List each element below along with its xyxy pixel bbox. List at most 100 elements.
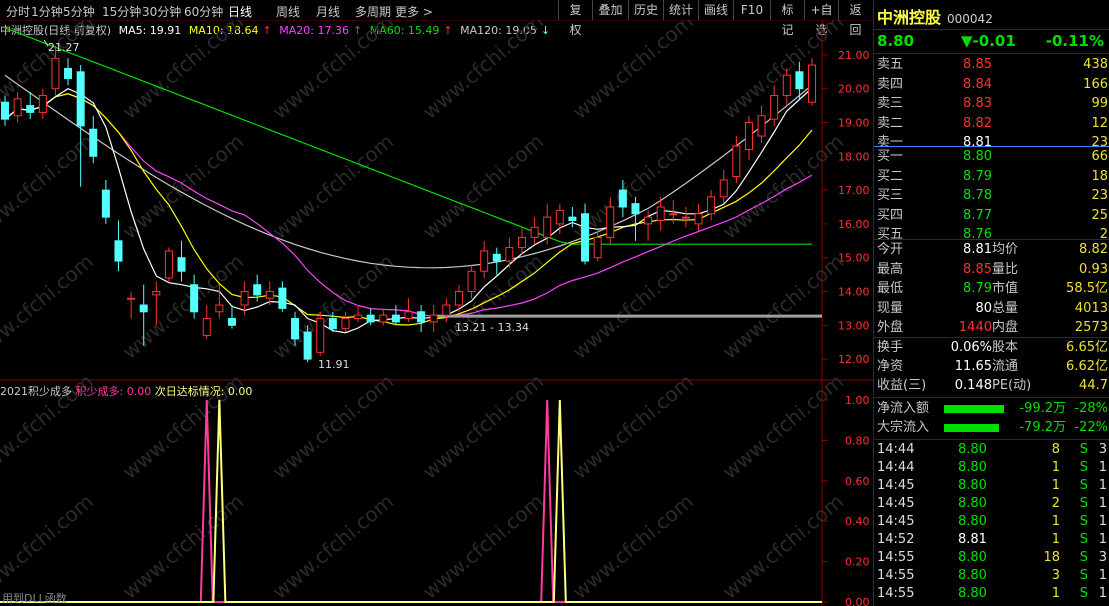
watermark-text: www.cfchi.com bbox=[718, 489, 848, 604]
candle-body bbox=[89, 128, 98, 157]
watermark-text: www.cfchi.com bbox=[268, 129, 398, 244]
period-7[interactable]: 周线 bbox=[276, 3, 300, 20]
tick-row: 14:45 8.80 2 S 1 bbox=[877, 496, 1107, 511]
toolbar-btn-2[interactable]: 历史 bbox=[628, 0, 663, 20]
watermark-text: www.cfchi.com bbox=[568, 249, 698, 364]
watermark-text: www.cfchi.com bbox=[418, 20, 548, 124]
toolbar-btn-5[interactable]: F10 bbox=[733, 0, 770, 20]
candle-body bbox=[606, 206, 615, 238]
candle-body bbox=[492, 253, 501, 262]
period-9[interactable]: 多周期 bbox=[355, 3, 391, 20]
watermark-text: www.cfchi.com bbox=[0, 129, 98, 244]
candle-body bbox=[164, 250, 173, 279]
candle-body bbox=[707, 196, 716, 215]
period-0[interactable]: 分时 bbox=[6, 3, 30, 20]
toolbar-btn-8[interactable]: 返回 bbox=[838, 0, 872, 37]
candle-body bbox=[618, 189, 627, 208]
candle-body bbox=[291, 318, 300, 340]
candle-body bbox=[442, 304, 451, 316]
price-tick-label: 14.00 bbox=[838, 286, 870, 299]
candle-body bbox=[114, 240, 123, 262]
tick-row: 14:52 8.81 1 S 1 bbox=[877, 532, 1107, 547]
kline-chart[interactable]: 21.0020.0019.0018.0017.0016.0015.0014.00… bbox=[0, 20, 873, 606]
candle-body bbox=[253, 284, 262, 296]
candle-body bbox=[593, 236, 602, 259]
tick-row: 14:55 8.80 3 S 1 bbox=[877, 568, 1107, 583]
divider bbox=[874, 53, 1109, 54]
candle-body bbox=[467, 270, 476, 293]
bid-row: 买二 8.79 18 bbox=[877, 168, 1108, 184]
price-tick-label: 17.00 bbox=[838, 184, 870, 197]
divider bbox=[874, 397, 1109, 398]
ind-tick-label: 0.80 bbox=[845, 434, 870, 447]
indicator-series1: 积少成多: 0.00 bbox=[75, 385, 152, 398]
toolbar-btn-7[interactable]: +自选 bbox=[804, 0, 838, 37]
period-1[interactable]: 1分钟 bbox=[31, 3, 63, 20]
period-6[interactable]: 日线 bbox=[228, 3, 252, 20]
price-tick-label: 18.00 bbox=[838, 150, 870, 163]
indicator-series1-line bbox=[0, 399, 822, 603]
stat-row: 今开 8.81 均价 8.82 bbox=[877, 242, 1108, 257]
watermark-text: www.cfchi.com bbox=[118, 20, 248, 124]
candle-body bbox=[744, 122, 753, 151]
ma20-line bbox=[4, 93, 813, 318]
period-4[interactable]: 30分钟 bbox=[142, 3, 181, 20]
bid-row: 买三 8.78 23 bbox=[877, 188, 1108, 203]
ask-row: 卖四 8.84 166 bbox=[877, 76, 1108, 92]
toolbar-btn-1[interactable]: 叠加 bbox=[592, 0, 628, 20]
low-label: 11.91 bbox=[318, 358, 350, 371]
period-8[interactable]: 月线 bbox=[316, 3, 340, 20]
candle-body bbox=[76, 71, 85, 127]
divider bbox=[874, 29, 1109, 30]
stock-name: 中洲控股 000042 bbox=[877, 8, 993, 27]
quote-panel: 中洲控股 000042 8.80 ▼-0.01 -0.11% 卖五 8.85 438 卖四 8.8… bbox=[873, 0, 1109, 606]
ask-row: 卖五 8.85 438 bbox=[877, 57, 1108, 72]
candle-body bbox=[1, 101, 9, 120]
flow-row: 大宗流入 -79.2万 -22% bbox=[877, 420, 1108, 435]
period-5[interactable]: 60分钟 bbox=[184, 3, 223, 20]
price-tick-label: 21.00 bbox=[838, 49, 870, 62]
high-label: 21.27 bbox=[48, 41, 80, 54]
watermark-text: www.cfchi.com bbox=[418, 369, 548, 484]
candle-body bbox=[505, 247, 514, 262]
candle-body bbox=[303, 331, 312, 360]
toolbar-btn-4[interactable]: 画线 bbox=[698, 0, 733, 20]
candle-body bbox=[202, 318, 211, 336]
candle-body bbox=[417, 311, 426, 323]
candle-body bbox=[101, 189, 110, 218]
candle-body bbox=[480, 250, 489, 272]
ind-tick-label: 0.20 bbox=[845, 556, 870, 569]
candle-body bbox=[190, 284, 199, 313]
period-3[interactable]: 15分钟 bbox=[102, 3, 141, 20]
toolbar-btn-3[interactable]: 统计 bbox=[663, 0, 698, 20]
candle-body bbox=[64, 67, 73, 80]
flow-bar bbox=[944, 405, 1004, 413]
candle-body bbox=[26, 105, 35, 113]
period-10[interactable]: 更多 > bbox=[395, 3, 433, 20]
candle-body bbox=[316, 318, 325, 353]
candle-body bbox=[391, 314, 400, 323]
indicator-legend: 2021积少成多 积少成多: 0.00 次日达标情况: 0.00 bbox=[0, 383, 252, 399]
ind-tick-label: 0.60 bbox=[845, 475, 870, 488]
tick-row: 14:44 8.80 8 S 3 bbox=[877, 442, 1107, 457]
candle-body bbox=[795, 71, 804, 90]
stat-row: 最高 8.85 量比 0.93 bbox=[877, 261, 1108, 277]
candle-body bbox=[177, 257, 186, 272]
ask-row: 卖二 8.82 12 bbox=[877, 115, 1108, 131]
range-label: 13.21 - 13.34 bbox=[455, 321, 529, 334]
candle-body bbox=[139, 304, 148, 313]
candle-body bbox=[38, 94, 47, 113]
tick-row: 14:44 8.80 1 S 1 bbox=[877, 460, 1107, 475]
candle-body bbox=[581, 213, 590, 262]
watermark-text: www.cfchi.com bbox=[418, 489, 548, 604]
fin-row: 收益(三) 0.148 PE(动) 44.7 bbox=[877, 378, 1108, 393]
candle-body bbox=[555, 209, 564, 225]
price-tick-label: 19.00 bbox=[838, 117, 870, 130]
toolbar-btn-0[interactable]: 复权 bbox=[558, 0, 592, 37]
period-2[interactable]: 5分钟 bbox=[63, 3, 95, 20]
divider bbox=[874, 439, 1109, 440]
toolbar-btn-6[interactable]: 标记 bbox=[770, 0, 804, 37]
price-tick-label: 13.00 bbox=[838, 319, 870, 332]
watermark-text: www.cfchi.com bbox=[0, 489, 98, 604]
price-tick-label: 12.00 bbox=[838, 353, 870, 366]
